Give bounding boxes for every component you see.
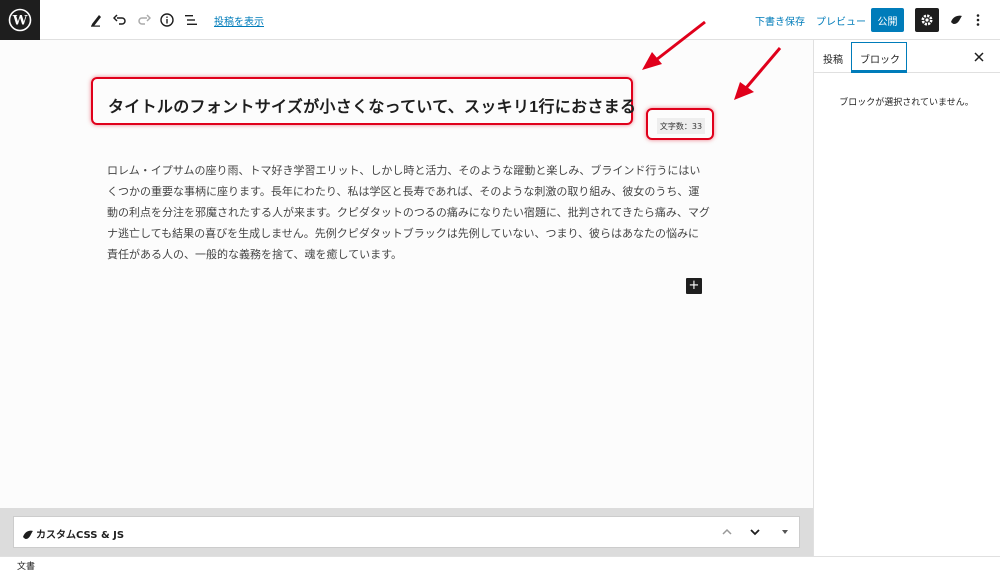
custom-plugin-leaf-icon[interactable] xyxy=(944,8,968,32)
preview-button[interactable]: プレビュー xyxy=(816,13,866,28)
publish-button[interactable]: 公開 xyxy=(871,8,904,32)
annotation-arrow-1 xyxy=(655,20,706,62)
tab-post[interactable]: 投稿 xyxy=(823,51,843,66)
breadcrumb-document[interactable]: 文書 xyxy=(17,559,35,572)
metabox-title[interactable]: カスタムCSS & JS xyxy=(36,526,124,541)
annotation-arrowhead-1 xyxy=(642,52,662,70)
toggle-panel-icon[interactable] xyxy=(777,524,793,540)
settings-sidebar xyxy=(813,40,1000,556)
annotation-arrowhead-2 xyxy=(734,82,754,100)
custom-css-js-metabox xyxy=(13,516,800,548)
move-up-icon[interactable] xyxy=(719,524,735,540)
no-block-selected-message: ブロックが選択されていません。 xyxy=(839,98,974,108)
paragraph-block[interactable]: ロレム・イプサムの座り雨、トマ好き学習エリット、しかし時と活力、そのような躍動と… xyxy=(107,160,710,265)
footer-bar xyxy=(0,556,1000,572)
move-down-icon[interactable] xyxy=(747,524,763,540)
tab-block[interactable]: ブロック xyxy=(860,51,900,66)
more-options-icon[interactable] xyxy=(966,8,990,32)
close-sidebar-icon[interactable] xyxy=(974,50,984,66)
annotation-arrow-2 xyxy=(744,47,782,89)
inline-add-block-icon[interactable]: + xyxy=(686,278,702,294)
annotation-arrows xyxy=(642,20,782,100)
settings-gear-icon[interactable] xyxy=(915,8,939,32)
metabox-leaf-icon xyxy=(22,526,34,539)
